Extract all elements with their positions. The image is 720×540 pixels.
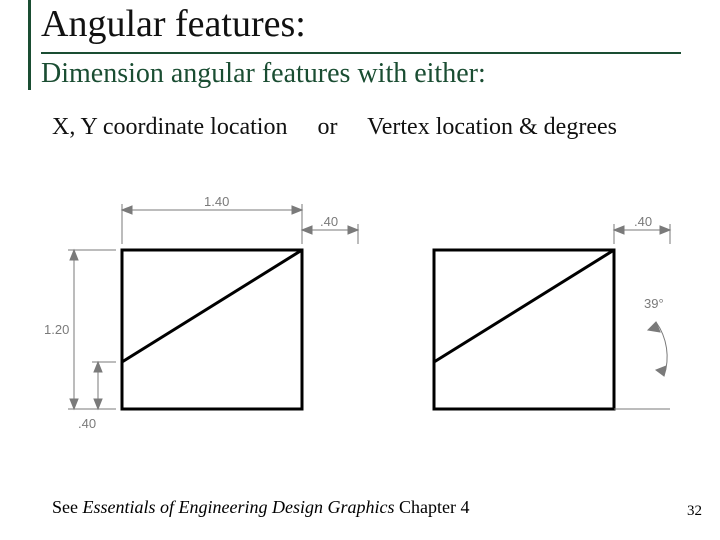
conjunction: or xyxy=(317,114,337,140)
dim-top-minor-value: .40 xyxy=(320,214,338,229)
dim-side-minor-value: .40 xyxy=(78,416,96,431)
body-text: X, Y coordinate location or Vertex locat… xyxy=(52,112,672,142)
footer-citation: See Essentials of Engineering Design Gra… xyxy=(52,497,469,518)
footer-suffix: Chapter 4 xyxy=(394,497,469,517)
option-2: Vertex location & degrees xyxy=(367,114,617,140)
engineering-diagram: 1.40 .40 1.20 xyxy=(44,190,686,470)
slide: Angular features: Dimension angular feat… xyxy=(0,0,720,540)
left-figure: 1.40 .40 1.20 xyxy=(44,194,358,431)
dim-angle-value: 39° xyxy=(644,296,664,311)
slide-subtitle: Dimension angular features with either: xyxy=(41,58,681,90)
dim-angle xyxy=(614,322,670,409)
dim-right-top-value: .40 xyxy=(634,214,652,229)
footer-prefix: See xyxy=(52,497,83,517)
right-figure: .40 39° xyxy=(434,214,670,409)
dim-top-major xyxy=(122,204,302,244)
title-block: Angular features: Dimension angular feat… xyxy=(28,0,720,90)
dim-top-major-value: 1.40 xyxy=(204,194,229,209)
dim-side-minor xyxy=(92,362,116,409)
slide-title: Angular features: xyxy=(41,2,681,54)
page-number: 32 xyxy=(687,503,702,520)
option-1: X, Y coordinate location xyxy=(52,114,287,140)
dim-side-major-value: 1.20 xyxy=(44,322,69,337)
footer-book-title: Essentials of Engineering Design Graphic… xyxy=(83,497,395,517)
dim-side-major xyxy=(68,250,116,409)
